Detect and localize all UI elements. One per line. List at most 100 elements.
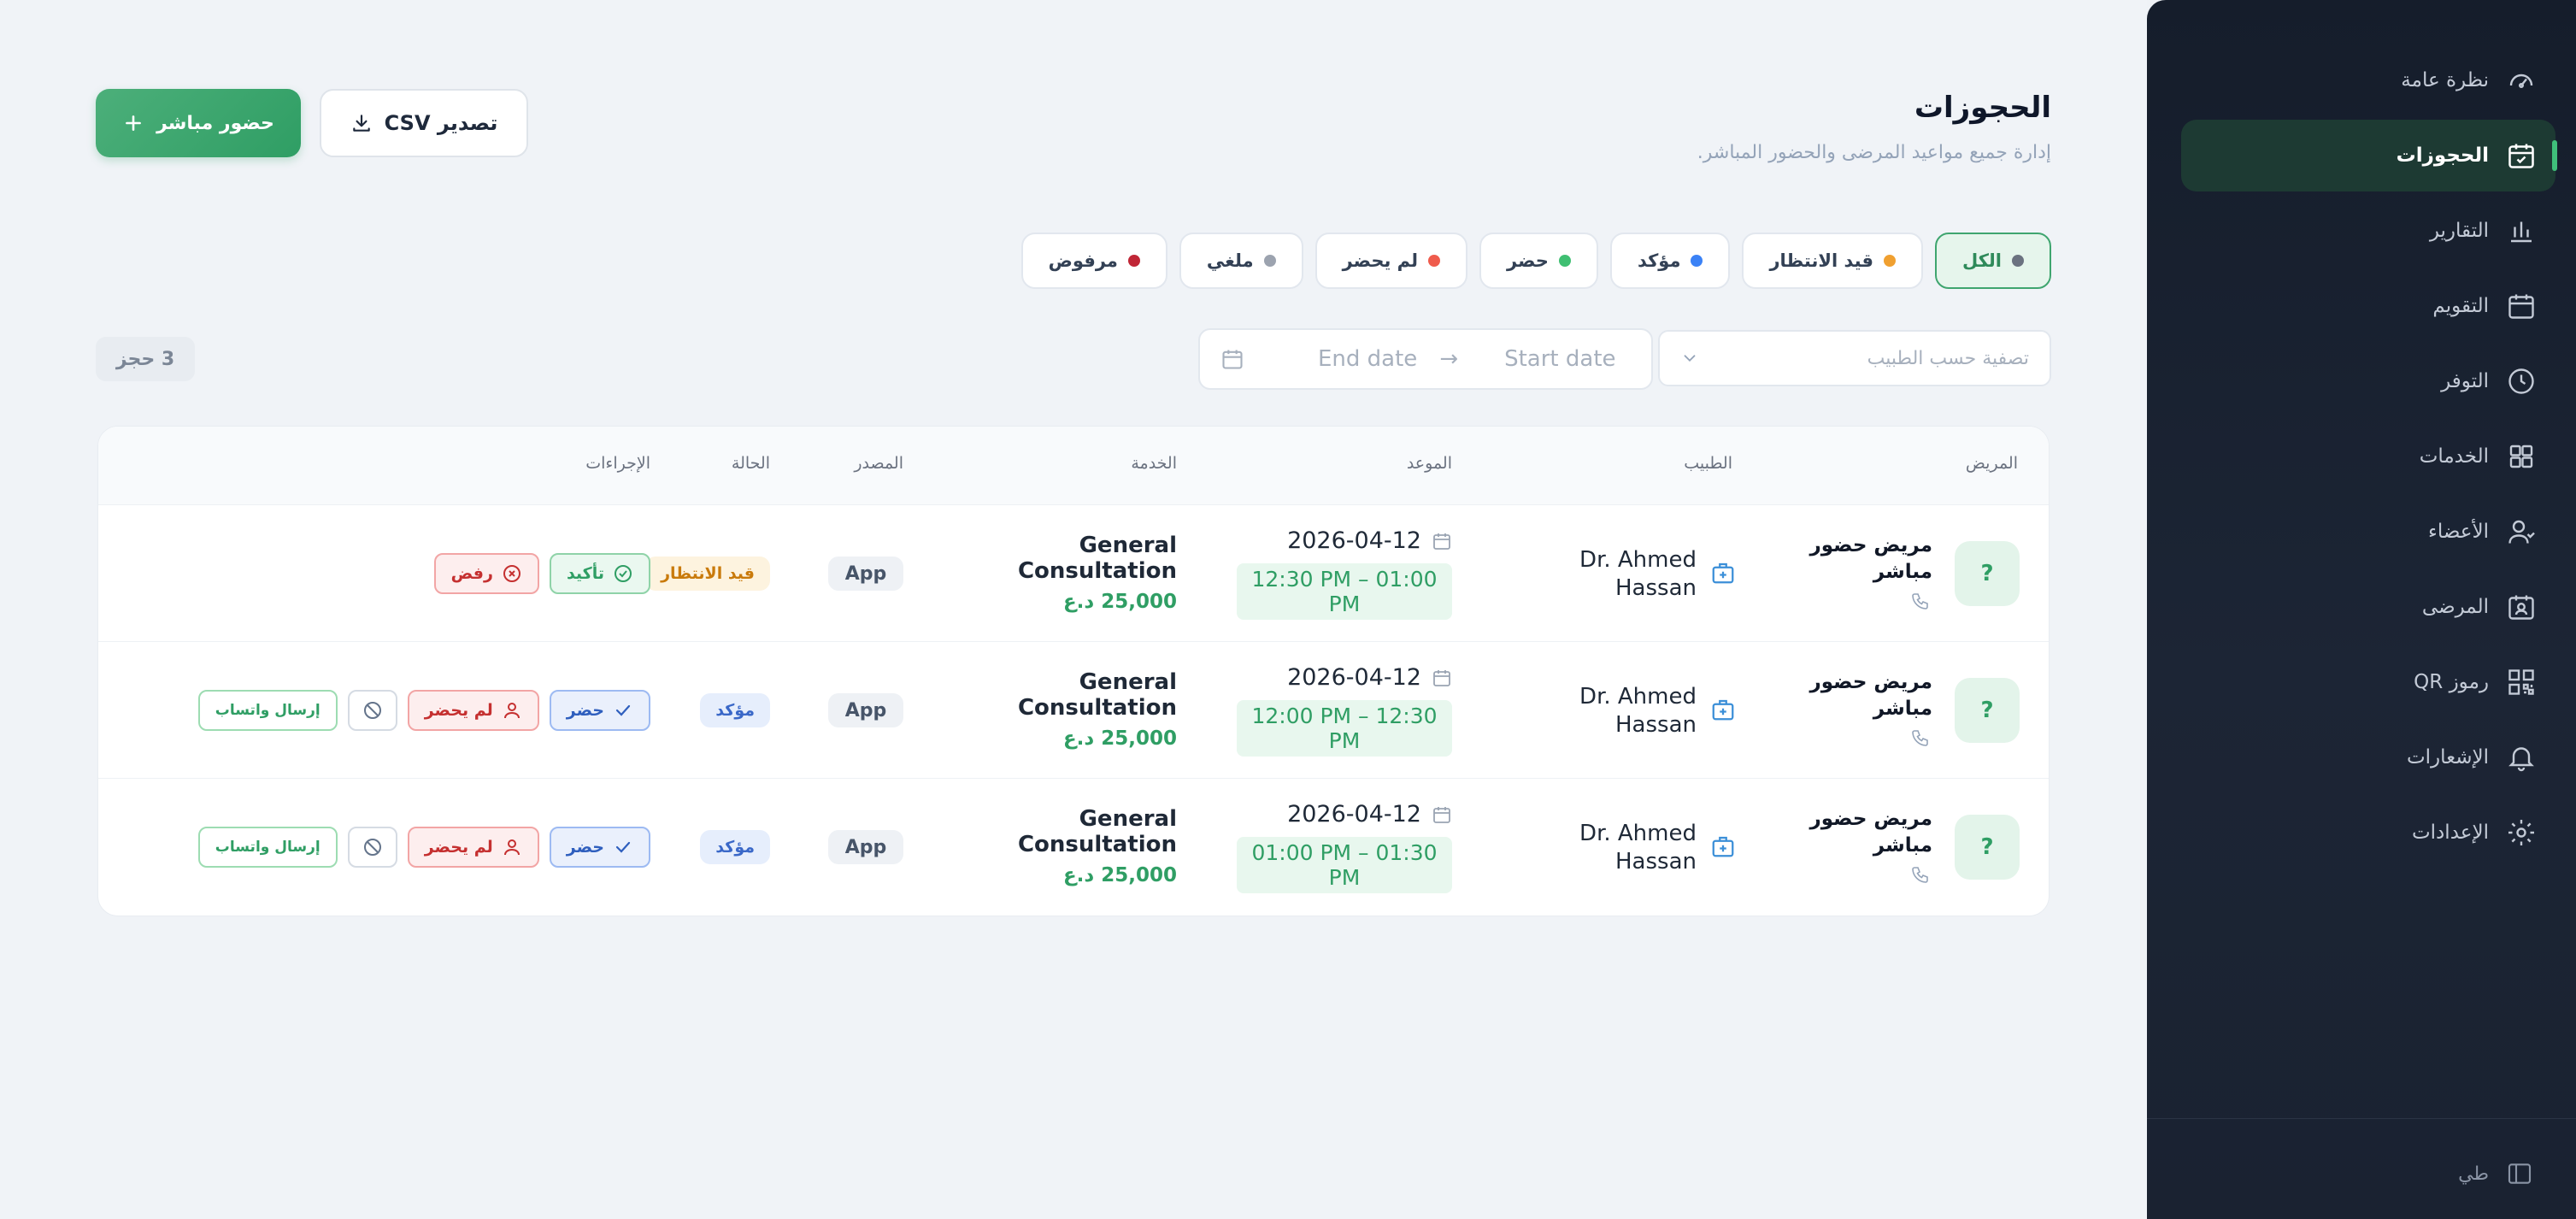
chip-pending[interactable]: قيد الانتظار: [1742, 233, 1923, 289]
patient-name: مريض حضور مباشر: [1809, 534, 1932, 583]
reject-button[interactable]: رفض: [433, 553, 539, 594]
chip-no-show[interactable]: لم يحضر: [1314, 233, 1468, 289]
avatar: ?: [1955, 541, 2020, 606]
avatar: ?: [1955, 678, 2020, 743]
x-circle-icon: [503, 565, 520, 582]
source-badge: App: [828, 830, 903, 864]
export-csv-label: تصدير CSV: [384, 111, 498, 135]
bookings-count-badge: 3 حجز: [96, 337, 195, 381]
cancel-booking-button[interactable]: [347, 827, 397, 868]
main-content: الحجوزات إدارة جميع مواعيد المرضى والحضو…: [0, 0, 2147, 1219]
confirm-label: تأكيد: [566, 564, 604, 583]
sidebar-item-notifications[interactable]: الإشعارات: [2181, 721, 2555, 793]
medical-bag-icon: [1712, 562, 1734, 584]
chip-label: مؤكد: [1637, 250, 1681, 271]
export-csv-button[interactable]: تصدير CSV: [320, 89, 528, 157]
column-header-doctor: الطبيب: [1684, 454, 1732, 473]
table-row[interactable]: ? مريض حضور مباشر Dr. Ahmed Hassan 2026-…: [98, 642, 2049, 779]
chip-label: الكل: [1961, 250, 2002, 271]
row-actions: حضر لم يحضر إرسال واتساب: [197, 690, 650, 731]
chip-cancelled[interactable]: ملغي: [1179, 233, 1303, 289]
doctor-filter-placeholder: تصفية حسب الطبيب: [1867, 347, 2029, 369]
calendar-check-icon: [2508, 144, 2534, 168]
column-header-appointment: الموعد: [1406, 454, 1452, 473]
sidebar-item-label: الحجوزات: [2396, 144, 2489, 167]
status-filter-chips: الكل قيد الانتظار مؤكد حضر لم يحضر ملغي …: [1020, 233, 2051, 289]
check-icon: [615, 704, 631, 716]
cancel-booking-button[interactable]: [347, 690, 397, 731]
status-badge: مؤكد: [700, 693, 770, 727]
sidebar-user-name: طي: [2458, 1163, 2489, 1185]
walk-in-button[interactable]: حضور مباشر: [96, 89, 301, 157]
source-badge: App: [828, 556, 903, 591]
sidebar-item-label: التوفر: [2441, 370, 2489, 392]
sidebar-item-qr-codes[interactable]: رموز QR: [2181, 646, 2555, 718]
chip-all[interactable]: الكل: [1934, 233, 2051, 289]
chip-confirmed[interactable]: مؤكد: [1609, 233, 1731, 289]
whatsapp-label: إرسال واتساب: [215, 702, 321, 719]
sidebar-item-label: المرضى: [2421, 596, 2489, 618]
attended-button[interactable]: حضر: [549, 690, 650, 731]
sidebar-item-settings[interactable]: الإعدادات: [2181, 797, 2555, 869]
no-show-button[interactable]: لم يحضر: [407, 690, 539, 731]
sidebar-item-members[interactable]: الأعضاء: [2181, 496, 2555, 568]
status-dot: [1127, 255, 1140, 267]
appointment-time: 12:00 PM – 12:30 PM: [1237, 700, 1452, 757]
chevron-down-icon: [1684, 355, 1696, 362]
sidebar-nav: نظرة عامة الحجوزات التقارير التقويم التو…: [2181, 44, 2557, 872]
chip-rejected[interactable]: مرفوض: [1020, 233, 1167, 289]
column-header-patient: المريض: [1965, 454, 2018, 473]
sidebar-toggle-icon[interactable]: [2506, 1160, 2533, 1187]
chip-label: ملغي: [1206, 250, 1254, 271]
end-date-input[interactable]: End date: [1318, 346, 1417, 372]
sidebar-item-bookings[interactable]: الحجوزات: [2181, 120, 2557, 191]
medical-bag-icon: [1712, 699, 1734, 721]
status-badge: مؤكد: [700, 830, 770, 864]
sidebar-item-calendar[interactable]: التقويم: [2181, 270, 2555, 342]
table-row[interactable]: ? مريض حضور مباشر Dr. Ahmed Hassan 2026-…: [98, 505, 2049, 642]
sidebar-item-patients[interactable]: المرضى: [2181, 571, 2555, 643]
service-price: 25,000 د.ع: [1062, 864, 1177, 886]
clock-icon: [2508, 368, 2534, 394]
sidebar-item-label: الإعدادات: [2412, 822, 2489, 844]
sidebar-item-label: الأعضاء: [2428, 521, 2489, 543]
table-row[interactable]: ? مريض حضور مباشر Dr. Ahmed Hassan 2026-…: [98, 779, 2049, 916]
date-range-picker[interactable]: End date → Start date: [1198, 328, 1653, 390]
sidebar-item-availability[interactable]: التوفر: [2181, 345, 2555, 417]
appointment-date: 2026-04-12: [1287, 801, 1452, 827]
sidebar-item-overview[interactable]: نظرة عامة: [2181, 44, 2555, 116]
send-whatsapp-button[interactable]: إرسال واتساب: [197, 690, 338, 731]
sidebar-item-reports[interactable]: التقارير: [2181, 195, 2555, 267]
doctor-name: Dr. Ahmed Hassan: [1579, 821, 1697, 874]
calendar-icon: [1433, 806, 1450, 823]
calendar-icon: [1433, 669, 1450, 686]
sidebar-item-services[interactable]: الخدمات: [2181, 421, 2555, 492]
whatsapp-label: إرسال واتساب: [215, 839, 321, 856]
column-header-source: المصدر: [854, 454, 903, 473]
chip-attended[interactable]: حضر: [1479, 233, 1598, 289]
row-actions: تأكيد رفض: [433, 553, 650, 594]
download-icon: [352, 115, 370, 132]
bell-icon: [2508, 747, 2534, 772]
sidebar-item-label: رموز QR: [2414, 671, 2489, 693]
confirm-button[interactable]: تأكيد: [549, 553, 650, 594]
no-show-label: لم يحضر: [424, 701, 493, 720]
medical-bag-icon: [1712, 836, 1734, 857]
appointment-date-text: 2026-04-12: [1287, 664, 1421, 691]
send-whatsapp-button[interactable]: إرسال واتساب: [197, 827, 338, 868]
no-show-button[interactable]: لم يحضر: [407, 827, 539, 868]
bar-chart-icon: [2511, 221, 2532, 243]
reject-label: رفض: [450, 564, 493, 583]
status-dot: [1691, 255, 1703, 267]
sidebar-user[interactable]: طي: [2458, 1160, 2533, 1187]
start-date-input[interactable]: Start date: [1504, 346, 1615, 372]
doctor-name: Dr. Ahmed Hassan: [1579, 547, 1697, 601]
column-header-status: الحالة: [731, 454, 770, 473]
doctor-name: Dr. Ahmed Hassan: [1579, 684, 1697, 738]
service-name: General Consultation: [1017, 669, 1177, 721]
sidebar-item-label: الإشعارات: [2406, 746, 2489, 768]
source-badge: App: [828, 693, 903, 727]
doctor-filter-select[interactable]: تصفية حسب الطبيب: [1658, 330, 2051, 386]
attended-button[interactable]: حضر: [549, 827, 650, 868]
chip-label: قيد الانتظار: [1769, 250, 1873, 271]
